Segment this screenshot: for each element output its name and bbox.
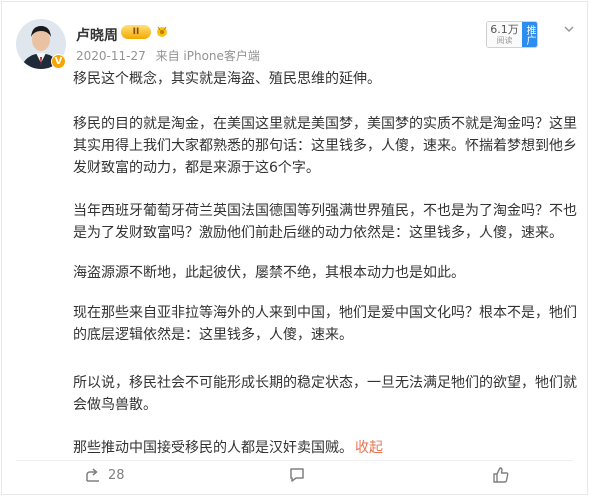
like-icon xyxy=(493,467,509,483)
post-paragraph: 现在那些来自亚非拉等海外的人来到中国，牠们是爱中国文化吗？根本不是，牠们的底层逻… xyxy=(73,305,577,343)
views-count: 6.1万 xyxy=(490,23,519,36)
share-icon xyxy=(86,468,99,482)
views-label: 阅读 xyxy=(496,36,513,45)
post-meta: 2020-11-27 来自 iPhone客户端 xyxy=(76,47,260,64)
post-paragraph: 移民这个概念，其实就是海盗、殖民思维的延伸。 xyxy=(73,71,381,87)
share-count: 28 xyxy=(108,467,125,483)
like-button[interactable] xyxy=(492,466,516,484)
divider xyxy=(16,460,573,461)
post-paragraph: 海盗源源不断地，此起彼伏，屡禁不绝，其根本动力也是如此。 xyxy=(73,265,465,281)
promote-button[interactable]: 推广 xyxy=(522,22,537,47)
crown-badge-icon[interactable]: II xyxy=(121,25,151,39)
post-source: 来自 iPhone客户端 xyxy=(155,49,260,63)
fan-badge-icon[interactable] xyxy=(155,25,169,39)
user-badges: II xyxy=(121,25,169,39)
views-box: 6.1万 阅读 xyxy=(487,22,522,47)
post-last-paragraph: 那些推动中国接受移民的人都是汉奸卖国贼。 收起 xyxy=(73,437,578,459)
post-paragraph: 所以说，移民社会不可能形成长期的稳定状态，一旦无法满足牠们的欲望，牠们就会做鸟兽… xyxy=(73,375,577,413)
post-paragraph: 当年西班牙葡萄牙荷兰英国法国德国等列强满世界殖民，不也是为了淘金吗？不也是为了发… xyxy=(73,203,577,241)
post-date[interactable]: 2020-11-27 xyxy=(76,49,146,63)
username[interactable]: 卢晓周 xyxy=(76,25,118,45)
share-button[interactable]: 28 xyxy=(84,466,125,484)
views-badge[interactable]: 6.1万 阅读 推广 xyxy=(486,21,538,48)
chevron-down-icon[interactable] xyxy=(562,22,576,36)
collapse-link[interactable]: 收起 xyxy=(355,440,383,456)
action-bar: 28 xyxy=(2,466,587,488)
post-paragraph-text: 那些推动中国接受移民的人都是汉奸卖国贼。 xyxy=(73,440,353,456)
comment-icon xyxy=(290,468,304,482)
post-card: V 卢晓周 II 2020-11-27 来自 iPhone客户端 6.1万 阅读… xyxy=(1,1,588,495)
badge-level: II xyxy=(132,27,140,37)
verified-v-icon: V xyxy=(51,54,66,69)
comment-button[interactable] xyxy=(288,466,312,484)
post-paragraph: 移民的目的就是淘金，在美国这里就是美国梦，美国梦的实质不就是淘金吗？这里其实用得… xyxy=(73,116,577,176)
